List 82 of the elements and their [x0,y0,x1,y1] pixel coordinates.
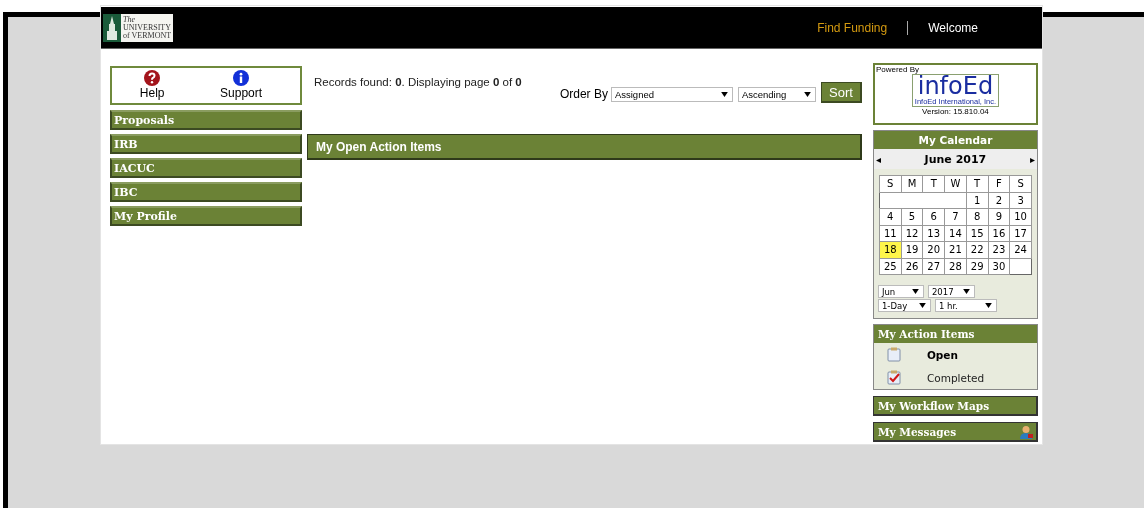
clipboard-icon [886,347,901,362]
sidebar-item[interactable]: Proposals [110,110,302,130]
action-item-link[interactable]: Open [873,343,1037,366]
caret-icon [720,92,728,97]
sort-button[interactable]: Sort [820,82,862,103]
action-item-link[interactable]: Completed [873,366,1037,389]
calendar-day[interactable]: 3 [1010,192,1031,208]
weekday-header: W [945,176,966,192]
calendar-day[interactable]: 9 [988,209,1010,225]
welcome-text: Welcome [928,20,978,35]
calendar-day[interactable]: 21 [945,242,966,258]
calendar-day[interactable]: 13 [923,225,945,241]
powered-by-label: Powered By [875,65,920,74]
logo-text: The [123,15,136,24]
calendar-day[interactable]: 4 [879,209,901,225]
caret-icon [962,289,970,294]
calendar-day[interactable]: 2 [988,192,1010,208]
caret-icon [984,303,992,308]
order-by-dropdown[interactable]: Assigned [610,87,733,102]
caret-icon [918,303,926,308]
widget-header[interactable]: My Workflow Maps [872,396,1038,416]
calendar-day[interactable]: 10 [1010,209,1031,225]
help-icon [144,70,161,86]
calendar-day[interactable]: 25 [879,258,901,274]
calendar-day[interactable]: 5 [901,209,923,225]
calendar-day[interactable]: 28 [945,258,966,274]
logo-text: UNIVERSITY [123,23,172,32]
calendar-day[interactable]: 23 [988,242,1010,258]
calendar-day[interactable]: 18 [879,242,901,258]
calendar-day[interactable]: 24 [1010,242,1031,258]
weekday-header: T [923,176,945,192]
calendar-day[interactable]: 15 [966,225,988,241]
weekday-header: F [988,176,1010,192]
calendar-day[interactable]: 30 [988,258,1010,274]
order-by-label: Order By [559,87,608,101]
person-icon [1019,424,1033,439]
weekday-header: S [879,176,901,192]
sidebar-item[interactable]: IACUC [110,158,302,178]
calendar-day[interactable]: 19 [901,242,923,258]
calendar-dropdown[interactable]: 2017 [927,285,975,298]
calendar-day[interactable]: 8 [966,209,988,225]
next-month-arrow[interactable]: ▸ [1027,153,1037,165]
calendar-day[interactable]: 26 [901,258,923,274]
calendar-dropdown[interactable]: Jun [877,285,924,298]
calendar-day[interactable]: 16 [988,225,1010,241]
previous-month-arrow[interactable]: ◂ [873,153,883,165]
sidebar-item[interactable]: IRB [110,134,302,154]
sidebar-item[interactable]: My Profile [110,206,302,226]
support-link[interactable]: Support [220,68,263,103]
weekday-header: T [966,176,988,192]
caret-icon [911,289,919,294]
month-title: June 2017 [924,152,987,166]
logo-text: infoEd [917,75,994,97]
find-funding-link[interactable]: Find Funding [817,20,888,35]
weekday-header: S [1010,176,1031,192]
calendar-day[interactable]: 7 [945,209,966,225]
calendar-day[interactable]: 6 [923,209,945,225]
checked-clipboard-icon [886,370,901,385]
records-text: Records found: 0. Displaying page 0 of 0 [313,76,522,90]
calendar-day[interactable]: 12 [901,225,923,241]
calendar-day[interactable]: 11 [879,225,901,241]
calendar-day[interactable]: 1 [966,192,988,208]
direction-dropdown[interactable]: Ascending [737,87,816,102]
version-text: Version: 15.810.04 [922,107,989,117]
caret-icon [803,92,811,97]
widget-header: My Calendar [873,131,1037,149]
widget-header[interactable]: My Messages [872,422,1038,442]
widget-header: My Action Items [873,325,1037,343]
panel-header: My Open Action Items [306,134,862,160]
calendar-dropdown[interactable]: 1 hr. [934,299,997,312]
calendar-day[interactable]: 29 [966,258,988,274]
calendar-dropdown[interactable]: 1-Day [877,299,931,312]
info-icon [233,70,250,86]
weekday-header: M [901,176,923,192]
calendar-day[interactable]: 20 [923,242,945,258]
calendar-day[interactable]: 17 [1010,225,1031,241]
calendar-day[interactable]: 27 [923,258,945,274]
calendar-day[interactable]: 14 [945,225,966,241]
help-link[interactable]: Help [139,68,165,103]
sidebar-item[interactable]: IBC [110,182,302,202]
logo-text: of VERMONT [123,31,172,40]
calendar-day[interactable]: 22 [966,242,988,258]
